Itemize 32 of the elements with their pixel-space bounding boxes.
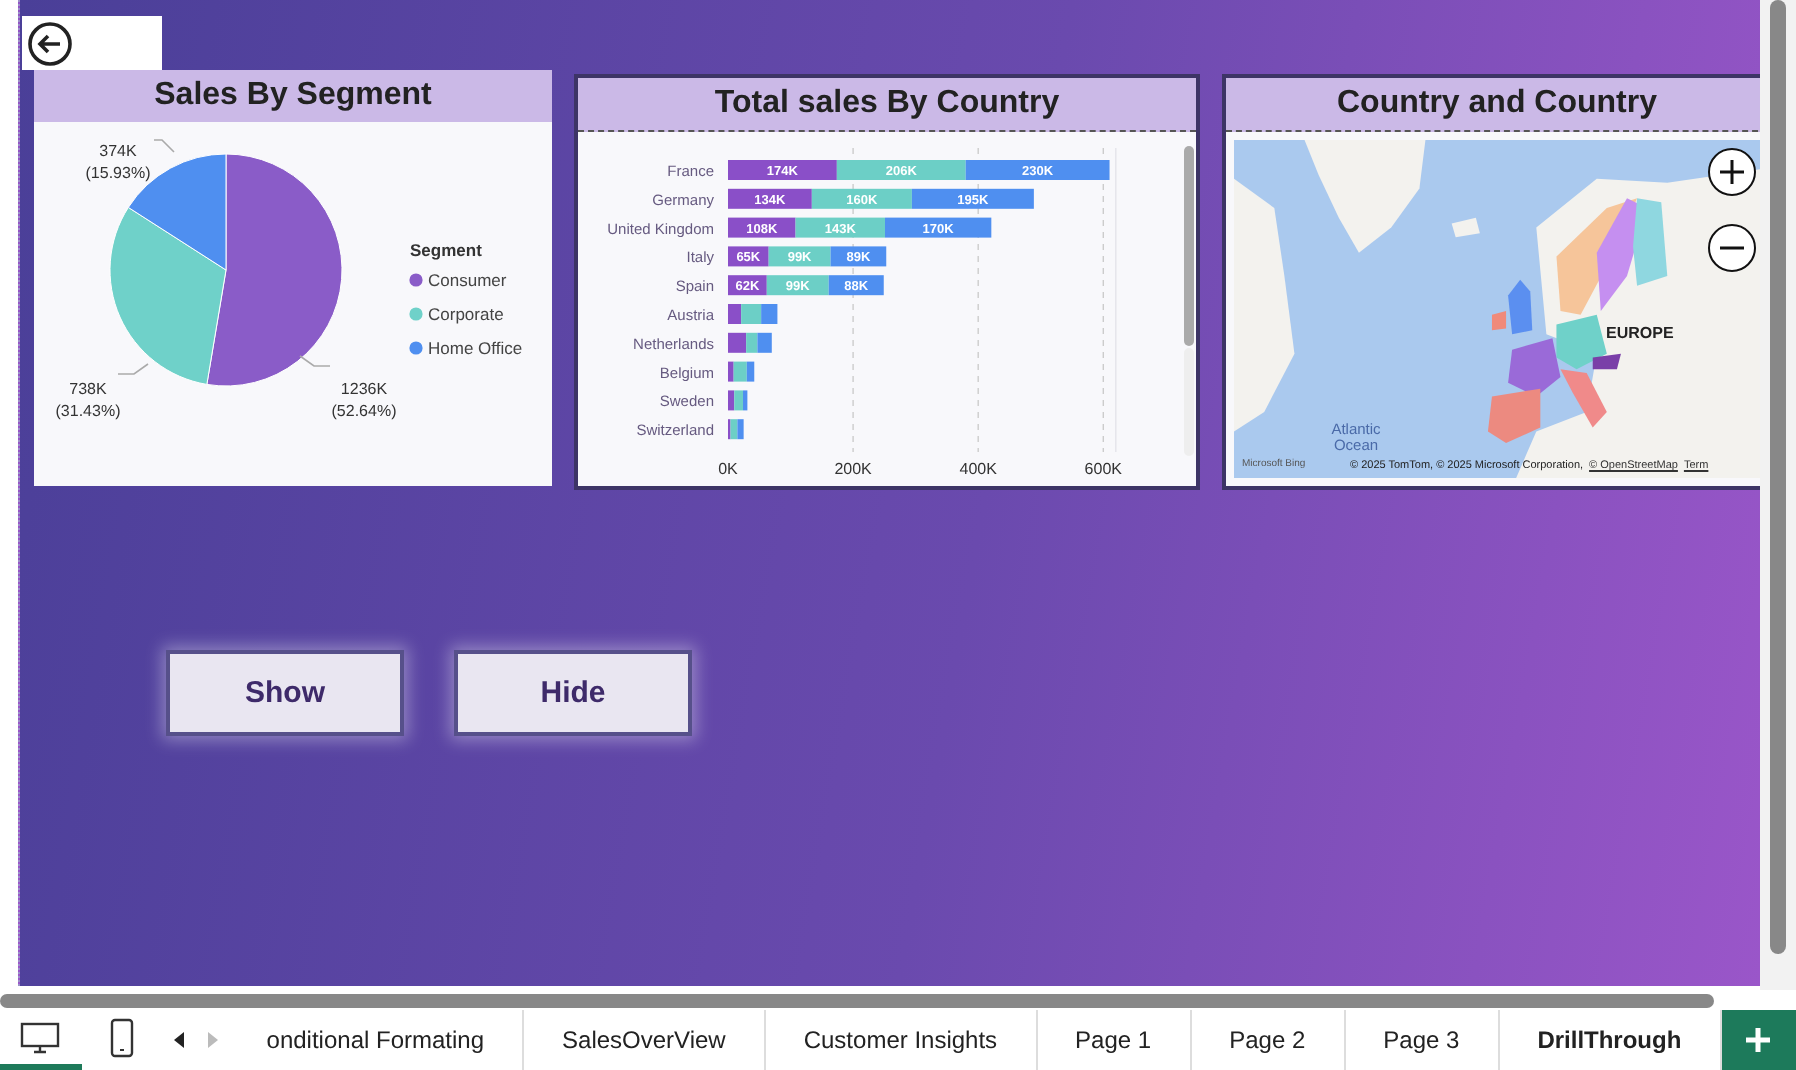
scrollbar-thumb[interactable] xyxy=(0,993,1714,1007)
plus-icon xyxy=(1718,158,1746,186)
scrollbar-thumb[interactable] xyxy=(1770,0,1787,954)
add-page-button[interactable] xyxy=(1721,1010,1796,1070)
plus-icon xyxy=(1746,1028,1771,1052)
axis-tick-label: 200K xyxy=(834,460,872,478)
card-title: Sales By Segment xyxy=(34,70,552,122)
legend-title: Segment xyxy=(410,240,482,260)
action-button[interactable]: Hide xyxy=(454,650,692,736)
leader-line xyxy=(153,139,175,153)
axis-tick-label: 400K xyxy=(959,460,997,478)
axis-tick-label: 0K xyxy=(718,460,738,478)
minus-icon xyxy=(1718,244,1746,252)
axis-tick-label: 600K xyxy=(1084,460,1122,478)
leader-line xyxy=(117,363,149,375)
card-title: Country and Country xyxy=(1226,78,1761,132)
data-label: 1236K (52.64%) xyxy=(331,380,397,420)
legend-label: Consumer xyxy=(428,270,507,290)
data-label: 374K (15.93%) xyxy=(85,142,151,182)
scrollbar-thumb[interactable] xyxy=(1184,146,1194,346)
legend-label: Home Office xyxy=(428,338,523,358)
legend-label: Corporate xyxy=(428,304,504,324)
map-label: EUROPE xyxy=(1606,326,1674,344)
card-title: Total sales By Country xyxy=(578,78,1196,132)
leader-line xyxy=(299,355,331,367)
action-button[interactable]: Show xyxy=(166,650,404,736)
back-button[interactable] xyxy=(22,16,162,70)
phone-icon xyxy=(110,1017,135,1057)
caret-right-icon xyxy=(206,1032,219,1048)
data-label: 738K (31.43%) xyxy=(55,380,121,420)
caret-left-icon xyxy=(173,1032,186,1048)
monitor-icon xyxy=(20,1021,61,1053)
